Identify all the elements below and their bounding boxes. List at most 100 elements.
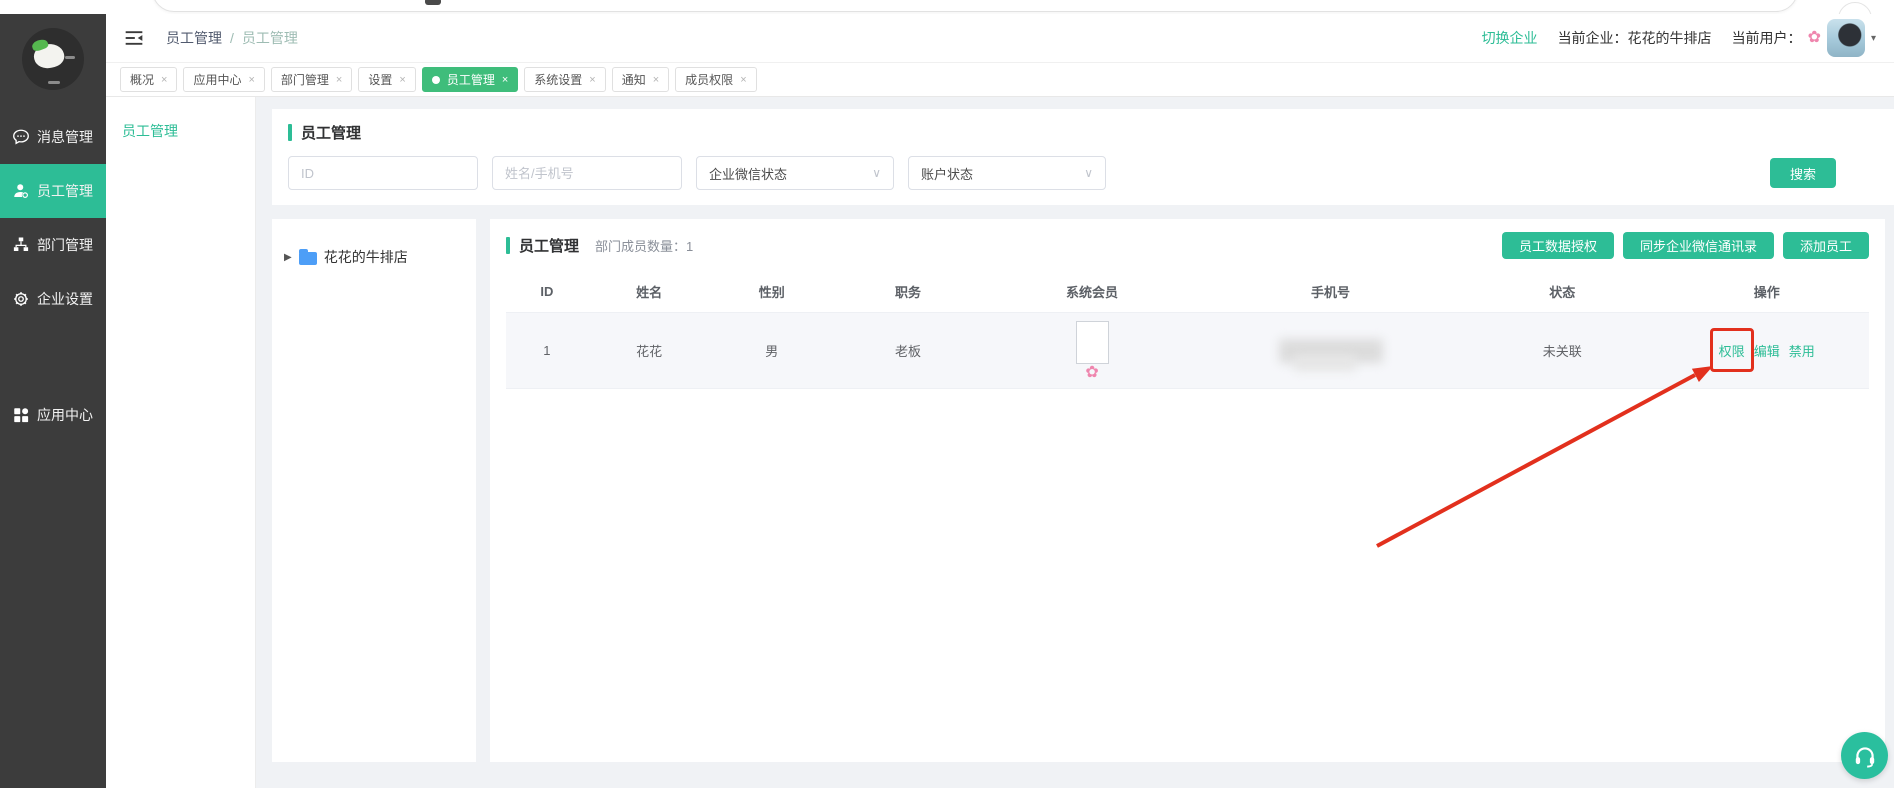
- current-user: 当前用户： ✿ ▾: [1732, 19, 1876, 57]
- close-icon[interactable]: ×: [336, 74, 342, 86]
- table-header-row: ID 姓名 性别 职务 系统会员 手机号 状态 操作: [506, 271, 1869, 313]
- col-header-id: ID: [506, 284, 588, 299]
- col-header-phone: 手机号: [1201, 282, 1460, 301]
- chevron-down-icon: ∨: [1084, 166, 1093, 180]
- close-icon[interactable]: ×: [589, 74, 595, 86]
- sidebar-item-employee-management[interactable]: 员工管理: [0, 164, 106, 218]
- sidebar-item-label: 应用中心: [37, 405, 93, 425]
- cell-title: 老板: [833, 341, 983, 360]
- close-icon[interactable]: ×: [161, 74, 167, 86]
- tab-system-settings[interactable]: 系统设置×: [524, 67, 605, 92]
- col-header-actions: 操作: [1664, 282, 1868, 301]
- col-header-status: 状态: [1460, 282, 1664, 301]
- tab-settings[interactable]: 设置×: [358, 67, 415, 92]
- id-input[interactable]: [288, 156, 478, 190]
- wechat-status-select[interactable]: 企业微信状态 ∨: [696, 156, 894, 190]
- logo-detail: [48, 81, 60, 84]
- breadcrumb-parent[interactable]: 员工管理: [166, 28, 222, 48]
- sidebar-item-label: 消息管理: [37, 127, 93, 147]
- close-icon[interactable]: ×: [248, 74, 254, 86]
- tab-app-center[interactable]: 应用中心×: [183, 67, 264, 92]
- cell-id: 1: [506, 343, 588, 358]
- company-logo: [22, 28, 84, 90]
- tree-node-root[interactable]: ▶ 花花的牛排店: [284, 247, 464, 267]
- disable-link[interactable]: 禁用: [1789, 341, 1815, 360]
- col-header-system-member: 系统会员: [983, 282, 1201, 301]
- chevron-down-icon[interactable]: ▾: [1871, 33, 1876, 44]
- chevron-down-icon: ∨: [872, 166, 881, 180]
- sidebar-item-label: 部门管理: [37, 235, 93, 255]
- tab-employee-management[interactable]: 员工管理×: [422, 67, 518, 92]
- org-chart-icon: [12, 236, 30, 254]
- chat-bubble-icon: [12, 128, 30, 146]
- close-icon[interactable]: ×: [502, 74, 508, 86]
- table-row: 1 花花 男 老板 ✿ 未关联: [506, 313, 1869, 389]
- name-phone-input[interactable]: [492, 156, 682, 190]
- flower-icon: ✿: [1808, 30, 1821, 46]
- browser-ui-fragment: [425, 0, 441, 5]
- title-accent-bar: [288, 124, 292, 141]
- sidebar-item-department-management[interactable]: 部门管理: [0, 218, 106, 272]
- customer-service-button[interactable]: [1841, 732, 1888, 779]
- permissions-link[interactable]: 权限: [1719, 341, 1745, 360]
- gear-icon: [12, 290, 30, 308]
- employee-data-auth-button[interactable]: 员工数据授权: [1502, 232, 1614, 259]
- close-icon[interactable]: ×: [653, 74, 659, 86]
- table-section-title: 员工管理: [519, 235, 579, 256]
- headset-icon: [1852, 743, 1878, 769]
- app-grid-icon: [12, 406, 30, 424]
- sidebar-item-label: 员工管理: [37, 181, 93, 201]
- header-right: 切换企业 当前企业：花花的牛排店 当前用户： ✿ ▾: [1482, 19, 1876, 57]
- page-title: 员工管理: [301, 122, 361, 143]
- current-company-label: 当前企业：花花的牛排店: [1558, 28, 1712, 48]
- main-content: 员工管理 企业微信状态 ∨ 账户状态 ∨ 搜索 ▶: [256, 97, 1894, 788]
- cell-actions: 权限 编辑 禁用: [1664, 341, 1868, 360]
- app-header: 员工管理 / 员工管理 切换企业 当前企业：花花的牛排店 当前用户： ✿ ▾: [106, 14, 1894, 63]
- breadcrumb-current: 员工管理: [242, 28, 298, 48]
- tree-node-label: 花花的牛排店: [324, 247, 408, 267]
- current-user-label: 当前用户：: [1732, 28, 1802, 48]
- filter-card-title: 员工管理: [288, 122, 1878, 143]
- secondary-sidebar-item-employee-management[interactable]: 员工管理: [122, 121, 255, 141]
- folder-icon: [299, 252, 317, 265]
- filter-row: 企业微信状态 ∨ 账户状态 ∨ 搜索: [288, 156, 1878, 190]
- tree-expand-caret[interactable]: ▶: [284, 252, 292, 263]
- cell-name: 花花: [588, 341, 711, 360]
- sidebar-item-enterprise-settings[interactable]: 企业设置: [0, 272, 106, 326]
- department-tree-panel: ▶ 花花的牛排店: [272, 219, 476, 762]
- tab-member-permissions[interactable]: 成员权限×: [675, 67, 756, 92]
- sync-wechat-contacts-button[interactable]: 同步企业微信通讯录: [1623, 232, 1774, 259]
- tab-overview[interactable]: 概况×: [120, 67, 177, 92]
- cell-status: 未关联: [1460, 341, 1664, 360]
- tab-notifications[interactable]: 通知×: [612, 67, 669, 92]
- member-avatar-thumbnail[interactable]: [1076, 321, 1109, 364]
- user-avatar[interactable]: [1827, 19, 1865, 57]
- sidebar-menu: 消息管理 员工管理 部门管理 企业设置: [0, 110, 106, 442]
- breadcrumb-separator: /: [230, 30, 234, 46]
- switch-company-link[interactable]: 切换企业: [1482, 28, 1538, 48]
- app-window: 消息管理 员工管理 部门管理 企业设置: [0, 0, 1894, 788]
- col-header-name: 姓名: [588, 282, 711, 301]
- add-employee-button[interactable]: 添加员工: [1783, 232, 1869, 259]
- filter-card: 员工管理 企业微信状态 ∨ 账户状态 ∨ 搜索: [272, 109, 1894, 205]
- edit-link[interactable]: 编辑: [1754, 341, 1780, 360]
- secondary-sidebar: 员工管理: [106, 97, 256, 788]
- lower-section: ▶ 花花的牛排店 员工管理 部门成员数量：1 员工数据授权 同步企业微信通讯录 …: [272, 219, 1894, 762]
- sidebar-item-label: 企业设置: [37, 289, 93, 309]
- close-icon[interactable]: ×: [740, 74, 746, 86]
- close-icon[interactable]: ×: [399, 74, 405, 86]
- sidebar-collapse-icon[interactable]: [124, 28, 144, 48]
- employee-table-panel: 员工管理 部门成员数量：1 员工数据授权 同步企业微信通讯录 添加员工 ID 姓…: [490, 219, 1885, 762]
- table-action-buttons: 员工数据授权 同步企业微信通讯录 添加员工: [1502, 232, 1869, 259]
- col-header-gender: 性别: [710, 282, 833, 301]
- sidebar-item-app-center[interactable]: 应用中心: [0, 388, 106, 442]
- main-sidebar: 消息管理 员工管理 部门管理 企业设置: [0, 14, 106, 788]
- sidebar-item-message-management[interactable]: 消息管理: [0, 110, 106, 164]
- flower-icon: ✿: [1085, 365, 1098, 381]
- cell-gender: 男: [710, 341, 833, 360]
- employee-table: ID 姓名 性别 职务 系统会员 手机号 状态 操作 1 花花 男 老板: [506, 271, 1869, 389]
- tab-department-management[interactable]: 部门管理×: [271, 67, 352, 92]
- search-button[interactable]: 搜索: [1770, 158, 1836, 188]
- account-status-select[interactable]: 账户状态 ∨: [908, 156, 1106, 190]
- col-header-title: 职务: [833, 282, 983, 301]
